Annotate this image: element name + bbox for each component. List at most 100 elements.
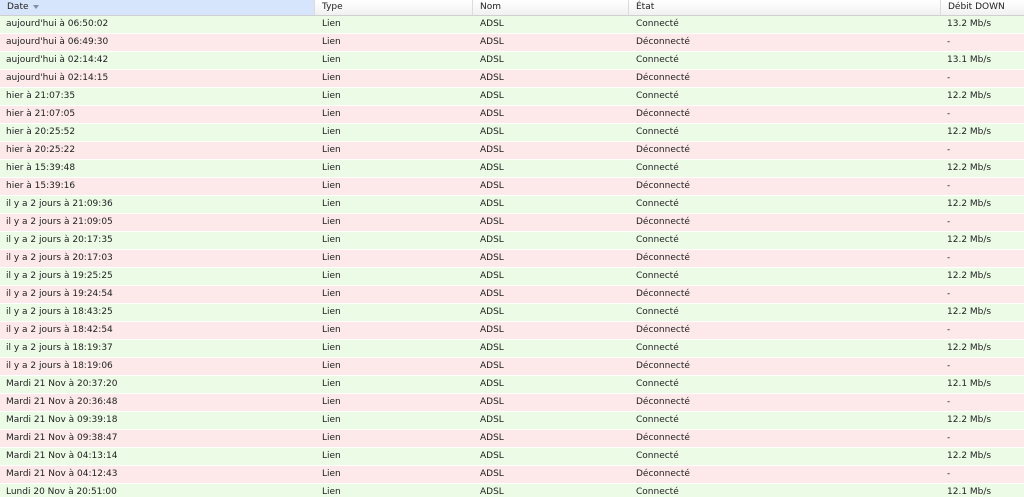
cell-type: Lien	[322, 73, 341, 83]
cell-date: il y a 2 jours à 20:17:03	[6, 253, 113, 263]
cell-etat: Connecté	[636, 199, 679, 209]
cell-type: Lien	[322, 37, 341, 47]
table-row[interactable]: aujourd'hui à 02:14:42 Lien ADSL Connecté 13…	[0, 52, 1024, 70]
cell-etat: Déconnecté	[636, 145, 690, 155]
table-row[interactable]: il y a 2 jours à 18:42:54 Lien ADSL Déconne…	[0, 322, 1024, 340]
cell-type: Lien	[322, 397, 341, 407]
cell-etat: Déconnecté	[636, 289, 690, 299]
cell-debit-down: -	[947, 37, 951, 47]
cell-type: Lien	[322, 109, 341, 119]
table-row[interactable]: il y a 2 jours à 20:17:35 Lien ADSL Connect…	[0, 232, 1024, 250]
cell-etat: Déconnecté	[636, 181, 690, 191]
cell-date: il y a 2 jours à 21:09:36	[6, 199, 113, 209]
table-row[interactable]: il y a 2 jours à 19:25:25 Lien ADSL Connect…	[0, 268, 1024, 286]
cell-date: il y a 2 jours à 18:42:54	[6, 325, 113, 335]
cell-etat: Connecté	[636, 19, 679, 29]
table-row[interactable]: il y a 2 jours à 18:19:06 Lien ADSL Déconne…	[0, 358, 1024, 376]
column-header-etat[interactable]: État	[629, 0, 941, 15]
table-row[interactable]: hier à 15:39:16 Lien ADSL Déconnecté -	[0, 178, 1024, 196]
cell-date: il y a 2 jours à 21:09:05	[6, 217, 113, 227]
cell-nom: ADSL	[480, 217, 504, 227]
table-row[interactable]: Mardi 21 Nov à 09:39:18 Lien ADSL Connecté 1…	[0, 412, 1024, 430]
cell-type: Lien	[322, 55, 341, 65]
cell-debit-down: 12.1 Mb/s	[947, 487, 992, 497]
cell-debit-down: 12.2 Mb/s	[947, 343, 992, 353]
cell-date: Mardi 21 Nov à 09:39:18	[6, 415, 118, 425]
table-row[interactable]: aujourd'hui à 06:50:02 Lien ADSL Connecté 13…	[0, 16, 1024, 34]
cell-etat: Déconnecté	[636, 469, 690, 479]
table-row[interactable]: hier à 20:25:52 Lien ADSL Connecté 12.2 Mb/s	[0, 124, 1024, 142]
cell-debit-down: 12.2 Mb/s	[947, 415, 992, 425]
column-header-debit-down[interactable]: Débit DOWN	[941, 0, 1024, 15]
table-row[interactable]: il y a 2 jours à 20:17:03 Lien ADSL Déconne…	[0, 250, 1024, 268]
cell-nom: ADSL	[480, 397, 504, 407]
table-row[interactable]: Lundi 20 Nov à 20:51:00 Lien ADSL Connecté 1…	[0, 484, 1024, 497]
cell-type: Lien	[322, 433, 341, 443]
cell-date: Mardi 21 Nov à 09:38:47	[6, 433, 118, 443]
cell-type: Lien	[322, 379, 341, 389]
cell-type: Lien	[322, 127, 341, 137]
cell-type: Lien	[322, 289, 341, 299]
cell-etat: Déconnecté	[636, 433, 690, 443]
cell-date: il y a 2 jours à 18:19:06	[6, 361, 113, 371]
cell-etat: Connecté	[636, 487, 679, 497]
cell-nom: ADSL	[480, 469, 504, 479]
cell-nom: ADSL	[480, 127, 504, 137]
cell-etat: Déconnecté	[636, 217, 690, 227]
cell-nom: ADSL	[480, 307, 504, 317]
cell-nom: ADSL	[480, 433, 504, 443]
cell-type: Lien	[322, 271, 341, 281]
cell-date: il y a 2 jours à 19:25:25	[6, 271, 113, 281]
cell-etat: Déconnecté	[636, 37, 690, 47]
cell-date: aujourd'hui à 06:50:02	[6, 19, 109, 29]
table-row[interactable]: hier à 21:07:35 Lien ADSL Connecté 12.2 Mb/s	[0, 88, 1024, 106]
table-row[interactable]: Mardi 21 Nov à 04:13:14 Lien ADSL Connecté 1…	[0, 448, 1024, 466]
cell-debit-down: 13.1 Mb/s	[947, 55, 992, 65]
table-row[interactable]: aujourd'hui à 06:49:30 Lien ADSL Déconnecté…	[0, 34, 1024, 52]
cell-nom: ADSL	[480, 55, 504, 65]
cell-date: Mardi 21 Nov à 04:13:14	[6, 451, 118, 461]
sort-desc-icon	[32, 4, 39, 9]
cell-nom: ADSL	[480, 487, 504, 497]
cell-debit-down: 12.2 Mb/s	[947, 127, 992, 137]
table-row[interactable]: aujourd'hui à 02:14:15 Lien ADSL Déconnecté…	[0, 70, 1024, 88]
table-row[interactable]: il y a 2 jours à 18:43:25 Lien ADSL Connect…	[0, 304, 1024, 322]
cell-etat: Déconnecté	[636, 361, 690, 371]
table-row[interactable]: il y a 2 jours à 18:19:37 Lien ADSL Connect…	[0, 340, 1024, 358]
cell-nom: ADSL	[480, 451, 504, 461]
cell-type: Lien	[322, 415, 341, 425]
table-row[interactable]: hier à 15:39:48 Lien ADSL Connecté 12.2 Mb/s	[0, 160, 1024, 178]
cell-date: aujourd'hui à 02:14:42	[6, 55, 109, 65]
cell-debit-down: -	[947, 109, 951, 119]
table-row[interactable]: Mardi 21 Nov à 20:36:48 Lien ADSL Déconnect…	[0, 394, 1024, 412]
cell-etat: Connecté	[636, 343, 679, 353]
cell-etat: Connecté	[636, 91, 679, 101]
table-row[interactable]: hier à 21:07:05 Lien ADSL Déconnecté -	[0, 106, 1024, 124]
column-header-nom[interactable]: Nom	[473, 0, 629, 15]
cell-debit-down: 12.1 Mb/s	[947, 379, 992, 389]
cell-date: il y a 2 jours à 20:17:35	[6, 235, 113, 245]
table-row[interactable]: Mardi 21 Nov à 20:37:20 Lien ADSL Connecté 1…	[0, 376, 1024, 394]
table-row[interactable]: hier à 20:25:22 Lien ADSL Déconnecté -	[0, 142, 1024, 160]
column-header-type[interactable]: Type	[315, 0, 473, 15]
cell-nom: ADSL	[480, 379, 504, 389]
table-row[interactable]: il y a 2 jours à 19:24:54 Lien ADSL Déconne…	[0, 286, 1024, 304]
column-header-date-label: Date	[7, 2, 29, 12]
cell-etat: Connecté	[636, 271, 679, 281]
table-row[interactable]: Mardi 21 Nov à 09:38:47 Lien ADSL Déconnect…	[0, 430, 1024, 448]
column-header-date[interactable]: Date	[0, 0, 315, 15]
table-row[interactable]: il y a 2 jours à 21:09:36 Lien ADSL Connect…	[0, 196, 1024, 214]
cell-date: aujourd'hui à 02:14:15	[6, 73, 109, 83]
cell-date: il y a 2 jours à 18:19:37	[6, 343, 113, 353]
cell-nom: ADSL	[480, 361, 504, 371]
table-row[interactable]: Mardi 21 Nov à 04:12:43 Lien ADSL Déconnect…	[0, 466, 1024, 484]
table-row[interactable]: il y a 2 jours à 21:09:05 Lien ADSL Déconne…	[0, 214, 1024, 232]
cell-debit-down: -	[947, 181, 951, 191]
cell-date: Mardi 21 Nov à 04:12:43	[6, 469, 118, 479]
cell-date: Mardi 21 Nov à 20:36:48	[6, 397, 118, 407]
cell-debit-down: 12.2 Mb/s	[947, 271, 992, 281]
cell-type: Lien	[322, 487, 341, 497]
cell-etat: Connecté	[636, 379, 679, 389]
grid-header: Date Type Nom État Débit DOWN	[0, 0, 1024, 16]
grid-body: aujourd'hui à 06:50:02 Lien ADSL Connecté 13…	[0, 16, 1024, 497]
